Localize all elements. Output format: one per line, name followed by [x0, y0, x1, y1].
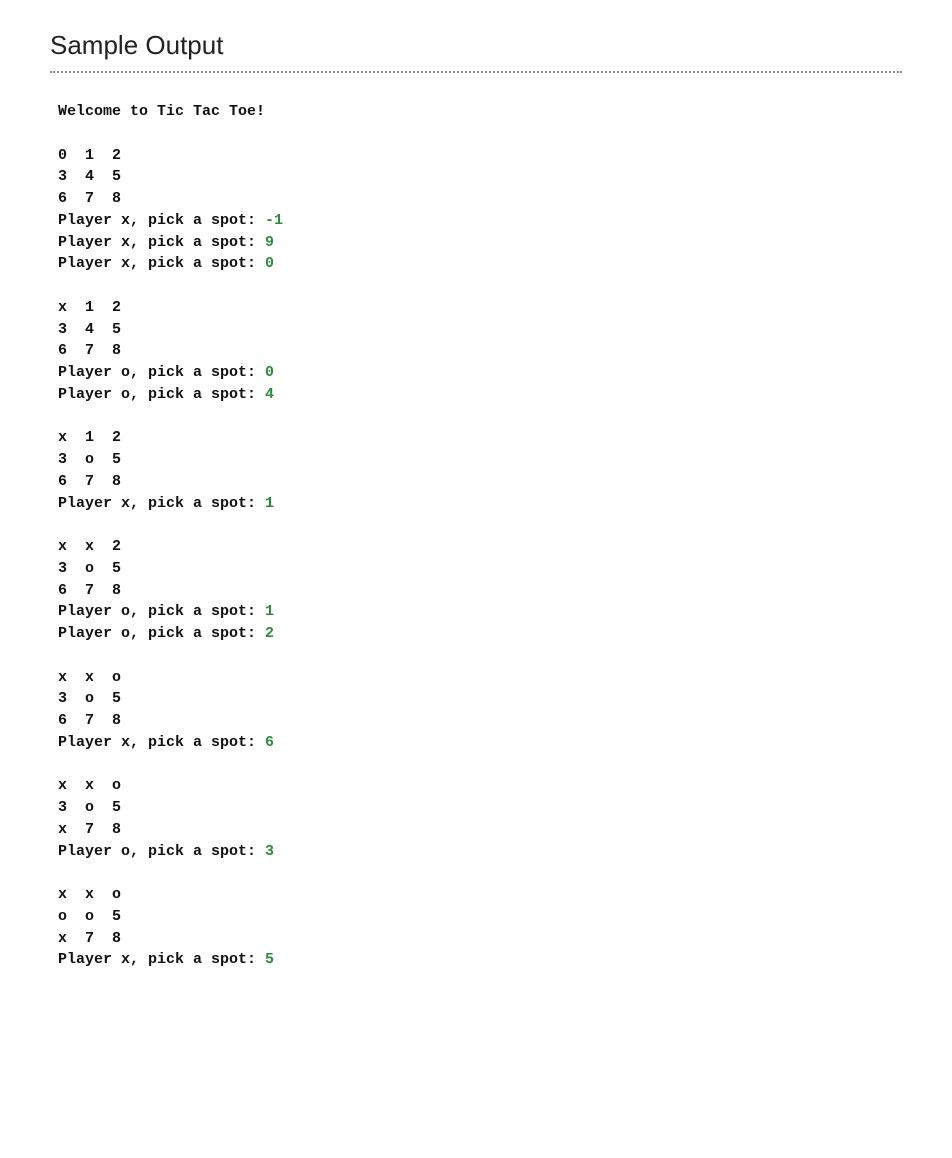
user-input: 5: [265, 951, 274, 968]
user-input: 3: [265, 843, 274, 860]
user-input: -1: [265, 212, 283, 229]
heading-divider: [50, 71, 902, 73]
sample-output-block: Welcome to Tic Tac Toe! 0 1 2 3 4 5 6 7 …: [50, 101, 902, 971]
user-input: 6: [265, 734, 274, 751]
user-input: 2: [265, 625, 274, 642]
user-input: 0: [265, 255, 274, 272]
user-input: 1: [265, 603, 274, 620]
user-input: 1: [265, 495, 274, 512]
user-input: 4: [265, 386, 274, 403]
user-input: 0: [265, 364, 274, 381]
user-input: 9: [265, 234, 274, 251]
section-heading: Sample Output: [50, 30, 902, 61]
